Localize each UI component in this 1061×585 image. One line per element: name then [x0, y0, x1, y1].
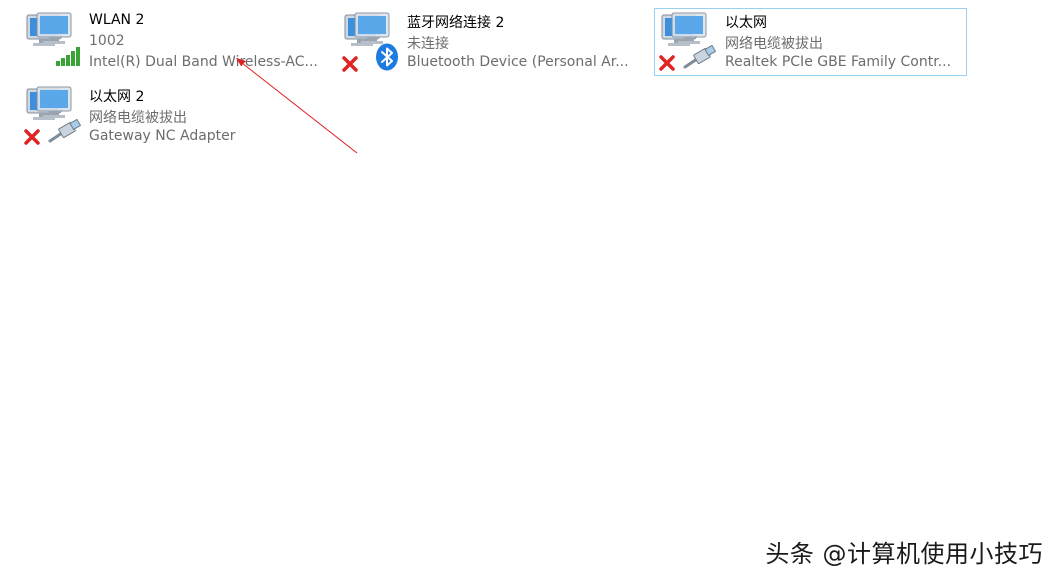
adapter-device: Bluetooth Device (Personal Ar...	[407, 54, 629, 70]
adapter-status: 网络电缆被拔出	[89, 110, 187, 126]
adapter-device: Gateway NC Adapter	[89, 128, 236, 144]
adapter-device: Realtek PCIe GBE Family Contr...	[725, 54, 952, 70]
adapter-name: 蓝牙网络连接 2	[407, 15, 505, 31]
adapter-status: 1002	[89, 33, 125, 49]
error-x-icon	[341, 55, 359, 73]
adapter-status: 网络电缆被拔出	[725, 36, 823, 52]
watermark-text: 头条 @计算机使用小技巧	[765, 540, 1043, 568]
adapter-status: 未连接	[407, 36, 449, 52]
ethernet-cable-icon	[683, 44, 719, 71]
error-x-icon	[658, 54, 676, 72]
wifi-signal-icon	[55, 45, 81, 67]
adapter-name: 以太网	[725, 15, 767, 31]
ethernet-cable-icon	[48, 118, 84, 145]
adapter-bluetooth-connection-2[interactable]: 蓝牙网络连接 2 未连接 Bluetooth Device (Personal …	[340, 8, 640, 76]
adapter-ethernet[interactable]: 以太网 网络电缆被拔出 Realtek PCIe GBE Family Cont…	[654, 8, 967, 76]
adapter-device: Intel(R) Dual Band Wireless-AC...	[89, 54, 318, 70]
error-x-icon	[23, 128, 41, 146]
adapter-name: 以太网 2	[89, 89, 145, 105]
bluetooth-icon	[375, 43, 399, 71]
adapter-wlan-2[interactable]: WLAN 2 1002 Intel(R) Dual Band Wireless-…	[22, 8, 322, 76]
adapter-name: WLAN 2	[89, 12, 145, 28]
adapter-ethernet-2[interactable]: 以太网 2 网络电缆被拔出 Gateway NC Adapter	[22, 82, 322, 150]
network-connections-view: WLAN 2 1002 Intel(R) Dual Band Wireless-…	[0, 0, 1061, 585]
